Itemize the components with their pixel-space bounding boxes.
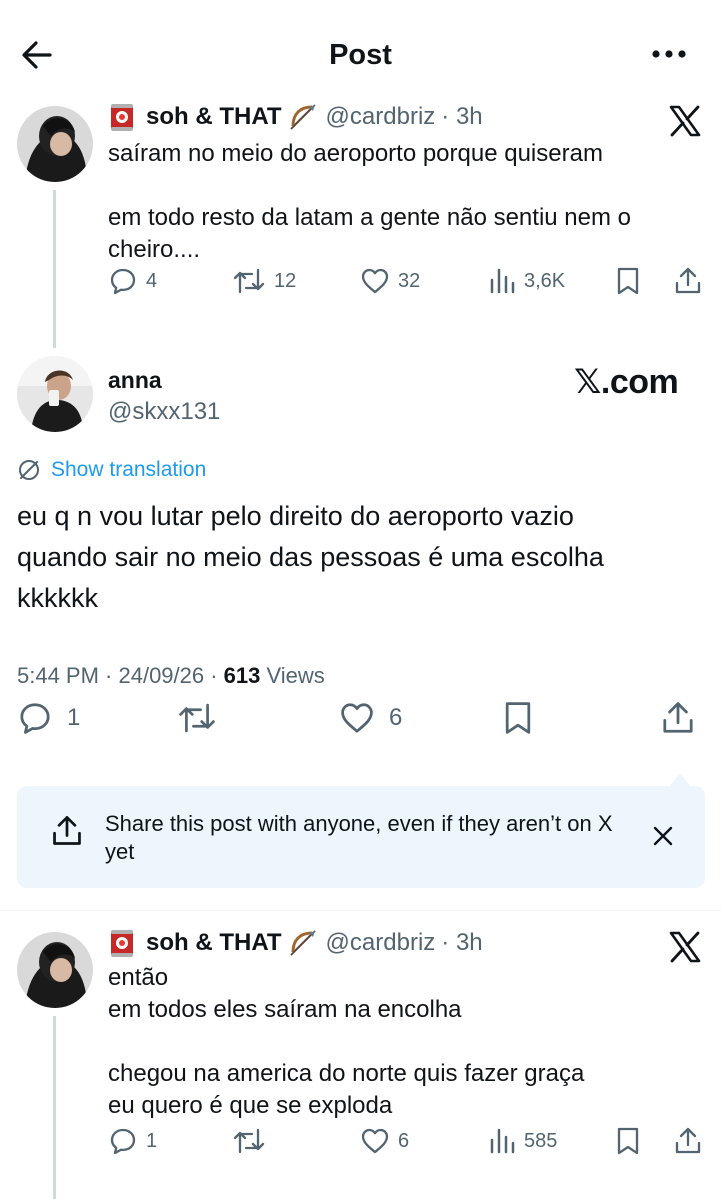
views-button[interactable]: 585 [488,1126,557,1156]
views-count: 613 [223,663,261,688]
thread-line [53,190,56,348]
heart-icon [341,703,373,733]
x-logo-icon [668,104,702,138]
like-button[interactable]: 32 [360,266,420,296]
bookmark-icon [617,1127,639,1155]
reply-button[interactable]: 4 [108,266,157,296]
x-logo-icon [668,930,702,964]
share-button[interactable] [661,700,695,736]
reply-icon [110,268,136,295]
avatar[interactable] [17,356,93,432]
divider [0,910,721,911]
bookmark-icon [617,267,639,295]
tweet-text: então em todos eles saíram na encolha ch… [108,964,585,1119]
views-count: 585 [524,1129,558,1152]
retweet-button[interactable] [177,700,217,736]
author-name[interactable]: soh & THAT [146,928,282,958]
share-icon [663,702,693,733]
reply-icon [110,1128,136,1155]
show-translation-label: Show translation [51,458,207,481]
share-icon [51,814,83,848]
thread-line [53,1016,56,1199]
close-icon [653,826,673,846]
views-button[interactable]: 3,6K [488,266,565,296]
retweet-button[interactable]: 12 [232,266,296,296]
author-name[interactable]: soh & THAT [146,102,282,132]
author-handle[interactable]: @skxx131 [108,397,220,427]
share-button[interactable] [674,266,702,296]
more-button[interactable] [650,44,688,64]
avatar[interactable] [17,932,93,1008]
bow-arrow-emoji-icon [288,102,318,132]
author-name[interactable]: anna [108,366,162,394]
bookmark-button[interactable] [501,700,535,736]
reply-count: 1 [146,1129,158,1152]
retweet-button[interactable] [232,1126,266,1156]
share-banner: Share this post with anyone, even if the… [17,786,705,888]
heart-icon [361,1128,389,1154]
close-banner-button[interactable] [651,824,675,848]
retweet-icon [233,268,265,294]
page-title: Post [329,39,392,71]
bookmark-icon [505,702,531,734]
avatar[interactable] [17,106,93,182]
post-meta: 5:44 PM · 24/09/26 · 613 Views [17,663,325,689]
reply-button[interactable]: 1 [108,1126,157,1156]
heart-icon [361,268,389,294]
like-count: 6 [389,704,403,731]
share-button[interactable] [674,1126,702,1156]
can-emoji-icon [108,102,136,132]
show-translation-link[interactable]: Show translation [17,458,206,482]
x-watermark: 𝕏.com [574,363,679,401]
share-banner-text: Share this post with anyone, even if the… [105,811,613,864]
like-count: 32 [398,269,421,292]
bookmark-button[interactable] [614,1126,642,1156]
tweet-time: · 3h [441,929,483,956]
like-button[interactable]: 6 [360,1126,409,1156]
author-handle[interactable]: @cardbriz [326,102,436,132]
reply-icon [20,703,50,734]
retweet-icon [233,1128,265,1154]
retweet-icon [179,703,215,733]
author-handle[interactable]: @cardbriz [326,928,436,958]
share-icon [675,267,701,294]
reply-count: 4 [146,269,158,292]
post-text: eu q n vou lutar pelo direito do aeropor… [17,501,604,613]
tweet-header: soh & THAT @cardbriz · 3h [108,102,483,132]
more-horizontal-icon [652,50,686,58]
reply-button[interactable]: 1 [17,700,80,736]
tweet-time: · 3h [441,103,483,130]
tweet-text: saíram no meio do aeroporto porque quise… [108,140,631,263]
post-timestamp: 5:44 PM · 24/09/26 · [17,663,224,688]
views-count: 3,6K [524,269,566,292]
views-icon [490,1128,515,1154]
like-count: 6 [398,1129,410,1152]
views-label: Views [260,663,325,688]
reply-count: 1 [67,704,81,731]
bookmark-button[interactable] [614,266,642,296]
bow-arrow-emoji-icon [288,928,318,958]
like-button[interactable]: 6 [339,700,402,736]
can-emoji-icon [108,928,136,958]
views-icon [490,268,515,294]
share-icon [675,1127,701,1154]
tweet-header: soh & THAT @cardbriz · 3h [108,928,483,958]
globe-slash-icon [19,460,39,480]
retweet-count: 12 [274,269,297,292]
